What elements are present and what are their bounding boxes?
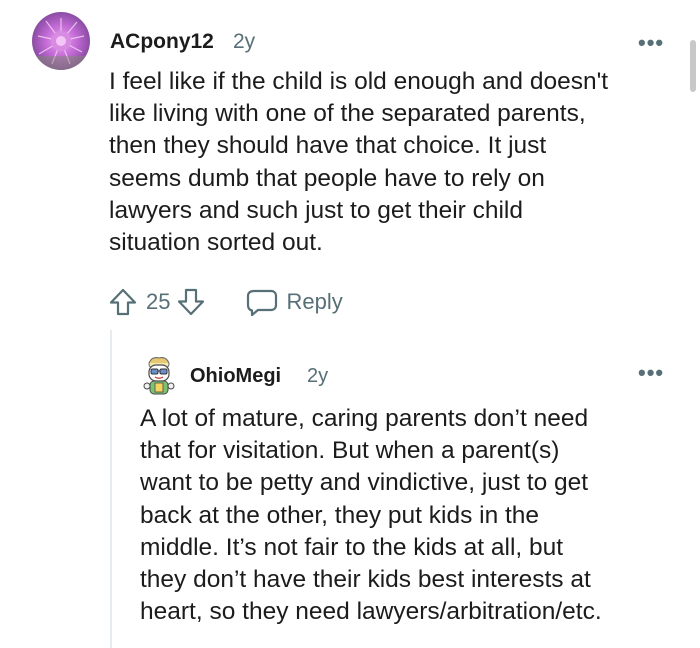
reply-more-options-button[interactable]: ••• [638, 362, 664, 384]
reply-body-line: want to be petty and vindictive, just to… [140, 469, 589, 497]
comment-username[interactable]: ACpony12 [110, 30, 214, 54]
reply-timestamp: 2y [307, 365, 329, 387]
reply-button[interactable]: Reply [246, 287, 343, 317]
reply-body-line: heart, so they need lawyers/arbitration/… [140, 598, 602, 626]
comment-body-line: like living with one of the separated pa… [109, 100, 586, 128]
chat-bubble-icon [247, 289, 278, 317]
comment-body: I feel like if the child is old enough a… [109, 66, 608, 259]
reply-body-line: that for visitation. But when a parent(s… [140, 437, 560, 465]
reply-body-line: A lot of mature, caring parents don’t ne… [140, 405, 589, 432]
reply-body-line: back at the other, they put kids in the [140, 501, 540, 529]
comment-body-line: lawyers and such just to get their child [109, 196, 523, 224]
comment-body-line: situation sorted out. [109, 229, 323, 257]
reply-username[interactable]: OhioMegi [190, 365, 281, 388]
comment-more-options-button[interactable]: ••• [638, 32, 664, 54]
thread-line[interactable] [110, 330, 112, 648]
reply-body-line: middle. It’s not fair to the kids at all… [140, 533, 564, 561]
comment-action-bar: 25 Reply [108, 285, 343, 319]
reply-avatar[interactable] [140, 355, 178, 397]
downvote-arrow-icon [178, 288, 205, 316]
thistle-avatar-icon [32, 12, 90, 70]
reply-body: A lot of mature, caring parents don’t ne… [140, 403, 602, 628]
comment-body-line: I feel like if the child is old enough a… [109, 68, 609, 95]
downvote-button[interactable] [176, 287, 206, 317]
scrollbar[interactable] [690, 40, 696, 92]
upvote-arrow-icon [109, 288, 137, 316]
upvote-button[interactable] [108, 287, 138, 317]
vote-count: 25 [146, 289, 171, 314]
comment-timestamp: 2y [233, 30, 256, 53]
reply-label: Reply [286, 289, 343, 314]
comment-body-line: then they should have that choice. It ju… [109, 132, 547, 160]
snoo-avatar-icon [143, 357, 175, 395]
comment-body-line: seems dumb that people have to rely on [109, 164, 545, 192]
avatar[interactable] [32, 12, 90, 70]
reply-body-line: they don’t have their kids best interest… [140, 566, 591, 594]
